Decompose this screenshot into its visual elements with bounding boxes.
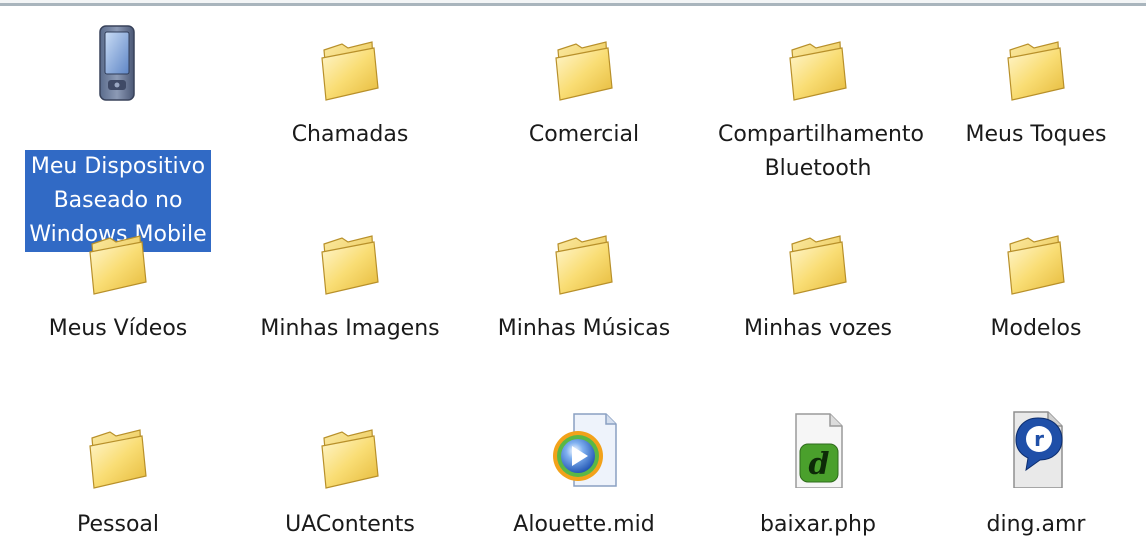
folder-icon (310, 418, 390, 498)
folder-item-minhas-imagens[interactable]: Minhas Imagens (250, 218, 450, 358)
php-file-icon: d (778, 408, 858, 488)
realplayer-file-icon: r (996, 408, 1076, 488)
item-label: Alouette.mid (513, 512, 655, 537)
item-label: baixar.php (760, 512, 876, 537)
folder-icon (778, 30, 858, 110)
folder-item-compartilhamento-bluetooth[interactable]: Compartilhamento Bluetooth (718, 22, 925, 202)
file-item-baixar-php[interactable]: d baixar.php (718, 408, 918, 542)
folder-item-pessoal[interactable]: Pessoal (18, 412, 218, 542)
window-top-border (0, 0, 1146, 6)
file-item-ding-amr[interactable]: r ding.amr (936, 408, 1136, 542)
folder-item-meus-videos[interactable]: Meus Vídeos (18, 218, 218, 358)
file-item-alouette-mid[interactable]: Alouette.mid (484, 408, 684, 542)
folder-icon (778, 224, 858, 304)
folder-item-comercial[interactable]: Comercial (484, 22, 684, 182)
svg-text:d: d (809, 447, 830, 482)
media-player-file-icon (544, 408, 624, 488)
folder-item-uacontents[interactable]: UAContents (250, 412, 450, 542)
item-label: Minhas Imagens (260, 316, 440, 341)
folder-item-minhas-musicas[interactable]: Minhas Músicas (484, 218, 684, 358)
folder-item-meus-toques[interactable]: Meus Toques (936, 22, 1136, 182)
item-label: Pessoal (77, 512, 159, 537)
folder-icon (310, 224, 390, 304)
item-label: Comercial (528, 122, 640, 147)
item-label: ding.amr (986, 512, 1086, 537)
item-label: UAContents (285, 512, 415, 537)
folder-icon (78, 224, 158, 304)
file-item-meu-dispositivo[interactable]: Meu Dispositivo Baseado no Windows Mobil… (18, 22, 218, 252)
pda-device-icon (78, 22, 158, 102)
item-label: Modelos (990, 316, 1082, 341)
folder-item-modelos[interactable]: Modelos (936, 218, 1136, 358)
folder-item-chamadas[interactable]: Chamadas (250, 22, 450, 182)
folder-icon (544, 30, 624, 110)
folder-icon (996, 30, 1076, 110)
folder-icon (996, 224, 1076, 304)
item-label: Minhas Músicas (497, 316, 671, 341)
folder-icon (310, 30, 390, 110)
item-label: Meus Vídeos (48, 316, 188, 341)
folder-item-minhas-vozes[interactable]: Minhas vozes (718, 218, 918, 358)
folder-icon (78, 418, 158, 498)
item-label: Compartilhamento Bluetooth (718, 122, 925, 181)
item-label: Meus Toques (965, 122, 1107, 147)
item-label: Chamadas (291, 122, 409, 147)
svg-text:r: r (1034, 427, 1044, 451)
folder-icon (544, 224, 624, 304)
item-label: Minhas vozes (744, 316, 892, 341)
